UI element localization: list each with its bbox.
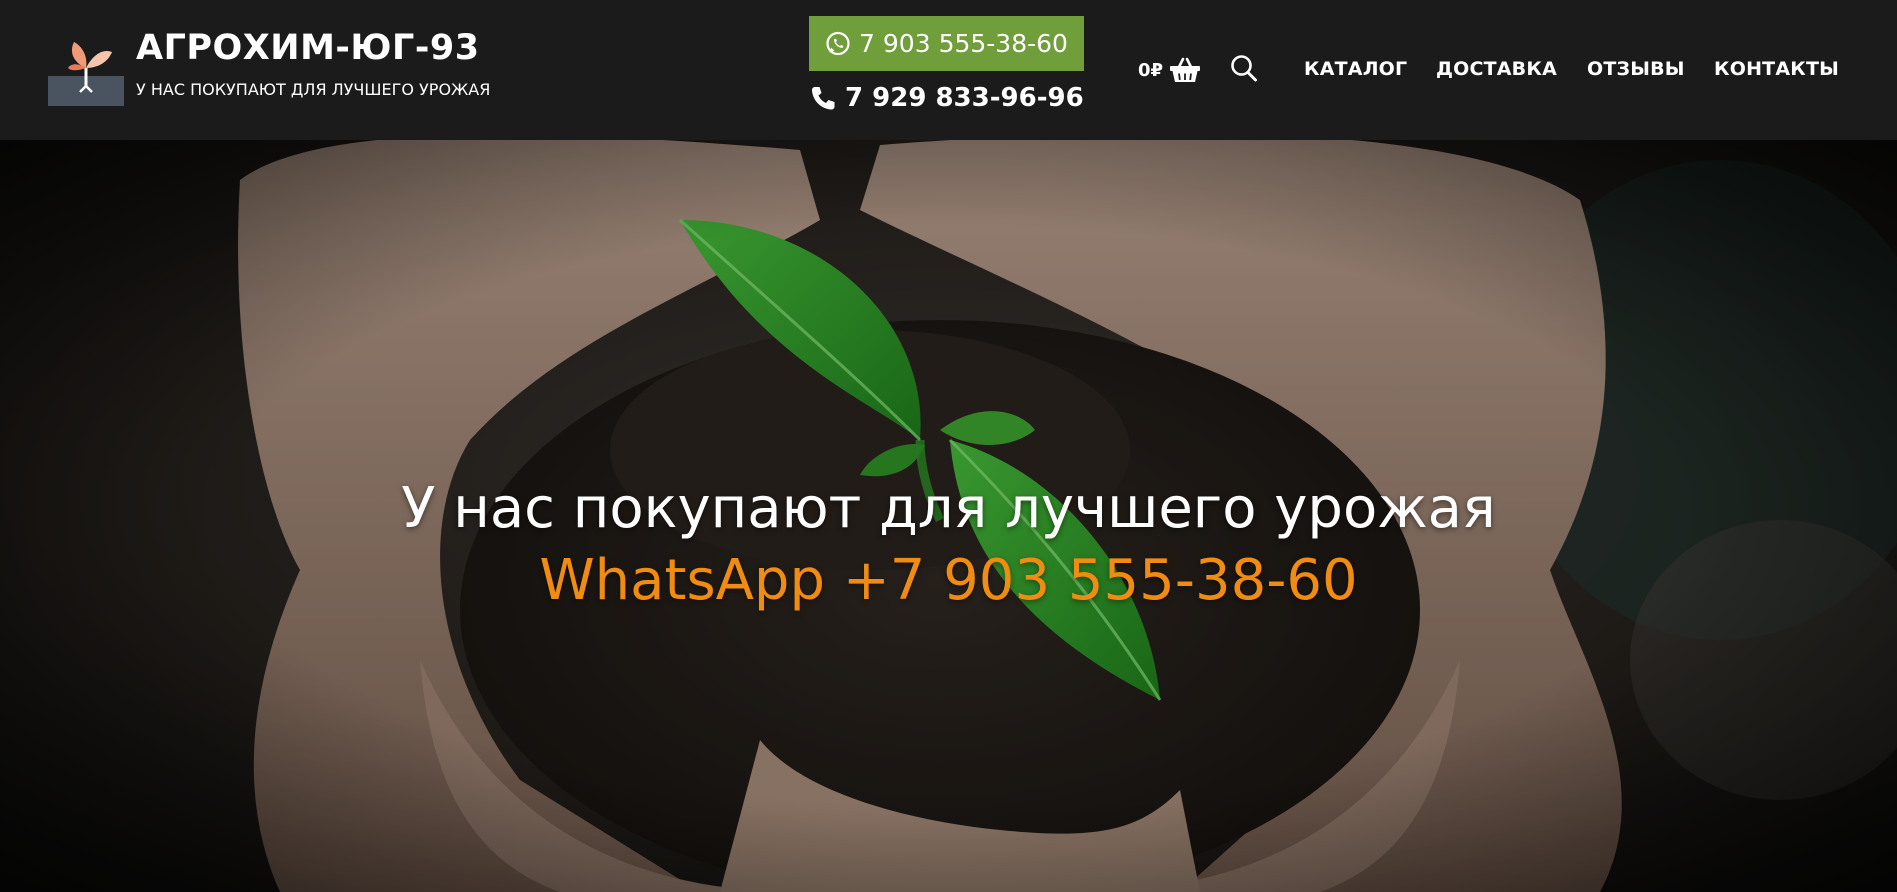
nav-contacts[interactable]: КОНТАКТЫ	[1714, 58, 1839, 82]
hero-whatsapp-phone[interactable]: WhatsApp +7 903 555-38-60	[0, 548, 1897, 613]
cart-total: 0₽	[1138, 59, 1164, 81]
brand-title[interactable]: АГРОХИМ-ЮГ-93	[136, 28, 480, 68]
whatsapp-button[interactable]: 7 903 555-38-60	[809, 16, 1084, 71]
nav-delivery[interactable]: ДОСТАВКА	[1436, 58, 1557, 82]
nav-catalog[interactable]: КАТАЛОГ	[1304, 58, 1407, 82]
site-header: АГРОХИМ-ЮГ-93 У НАС ПОКУПАЮТ ДЛЯ ЛУЧШЕГО…	[0, 0, 1897, 140]
basket-icon	[1170, 57, 1201, 82]
phone-icon	[812, 87, 835, 110]
brand-tagline: У НАС ПОКУПАЮТ ДЛЯ ЛУЧШЕГО УРОЖАЯ	[136, 80, 491, 99]
whatsapp-phone: 7 903 555-38-60	[859, 29, 1068, 58]
whatsapp-icon	[826, 31, 850, 55]
cart[interactable]: 0₽	[1138, 52, 1201, 88]
sprout-logo[interactable]	[46, 28, 126, 108]
nav-reviews[interactable]: ОТЗЫВЫ	[1587, 58, 1685, 82]
phone-link[interactable]: 7 929 833-96-96	[809, 80, 1084, 116]
hero-banner: У нас покупают для лучшего урожая WhatsA…	[0, 140, 1897, 892]
search-icon[interactable]	[1230, 54, 1258, 84]
phone-number: 7 929 833-96-96	[845, 83, 1084, 113]
hero-title: У нас покупают для лучшего урожая	[401, 476, 1496, 541]
